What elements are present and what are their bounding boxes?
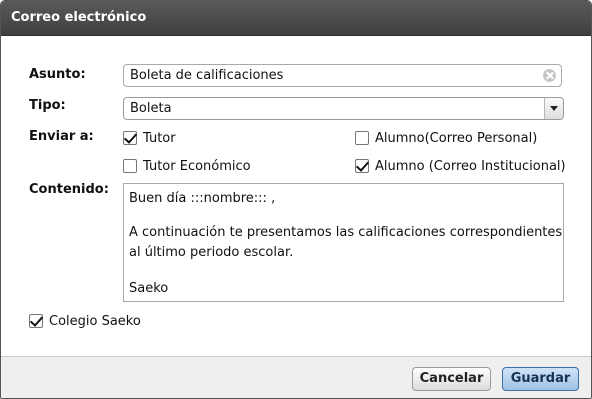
content-line: A continuación te presentamos las califi… [129, 225, 563, 240]
cancel-button[interactable]: Cancelar [412, 367, 491, 391]
send-to-label: Enviar a: [29, 129, 94, 144]
checkbox-checked-icon[interactable] [29, 314, 43, 328]
checkbox-unchecked-icon[interactable] [355, 131, 369, 145]
tutor-checkbox-label: Tutor [143, 130, 176, 146]
content-line: Saeko [129, 281, 169, 296]
save-button[interactable]: Guardar [502, 367, 579, 391]
dialog-footer: Cancelar Guardar [1, 356, 591, 398]
chevron-down-icon[interactable] [544, 98, 563, 119]
dialog-title: Correo electrónico [11, 10, 147, 25]
tutor-economico-checkbox[interactable]: Tutor Económico [123, 158, 251, 174]
content-label: Contenido: [29, 182, 109, 197]
content-line: Buen día :::nombre::: , [129, 191, 276, 206]
subject-input[interactable]: Boleta de calificaciones [123, 64, 562, 87]
email-dialog: Correo electrónico Asunto: Boleta de cal… [0, 0, 592, 399]
subject-label: Asunto: [29, 67, 86, 82]
alumno-personal-checkbox-label: Alumno(Correo Personal) [375, 130, 538, 146]
subject-value: Boleta de calificaciones [130, 68, 284, 83]
title-bar[interactable]: Correo electrónico [1, 1, 591, 36]
checkbox-unchecked-icon[interactable] [123, 159, 137, 173]
type-value: Boleta [130, 101, 172, 116]
content-line: al último periodo escolar. [129, 245, 294, 260]
tutor-economico-checkbox-label: Tutor Económico [143, 158, 251, 174]
clear-icon[interactable] [543, 69, 556, 82]
type-select[interactable]: Boleta [123, 97, 564, 120]
colegio-checkbox-label: Colegio Saeko [49, 313, 141, 329]
alumno-institucional-checkbox-label: Alumno (Correo Institucional) [375, 158, 566, 174]
alumno-institucional-checkbox[interactable]: Alumno (Correo Institucional) [355, 158, 566, 174]
content-textarea[interactable]: Buen día :::nombre::: , A continuación t… [123, 183, 564, 302]
checkbox-checked-icon[interactable] [123, 131, 137, 145]
checkbox-checked-icon[interactable] [355, 159, 369, 173]
tutor-checkbox[interactable]: Tutor [123, 130, 176, 146]
type-label: Tipo: [29, 98, 66, 113]
colegio-checkbox[interactable]: Colegio Saeko [29, 313, 141, 329]
alumno-personal-checkbox[interactable]: Alumno(Correo Personal) [355, 130, 537, 146]
